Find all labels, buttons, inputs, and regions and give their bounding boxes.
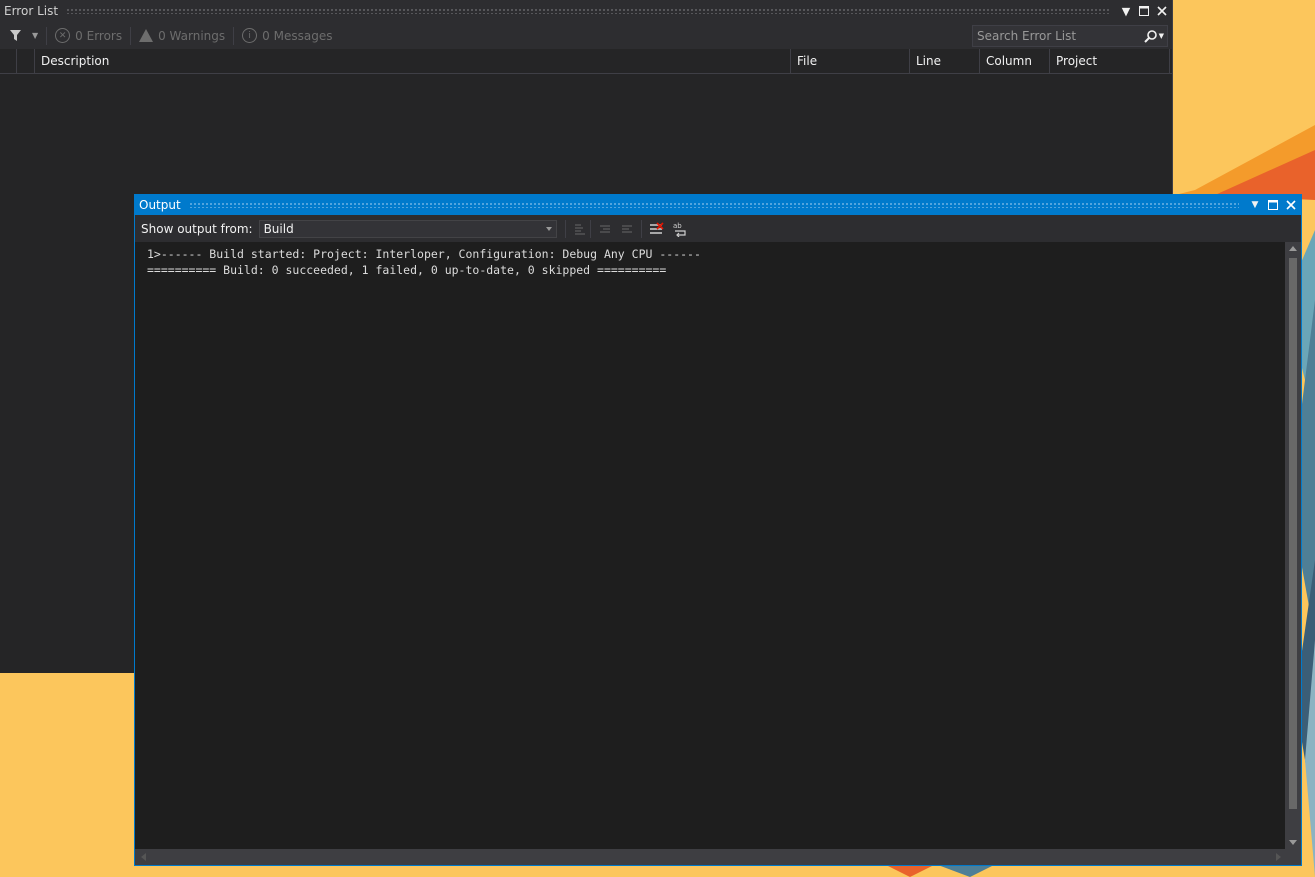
go-to-previous-icon [599, 224, 610, 233]
errors-toggle[interactable]: ✕ 0 Errors [47, 22, 130, 49]
word-wrap-icon: ab [673, 222, 686, 237]
error-list-titlebar[interactable]: Error List ▼ [0, 0, 1172, 22]
clear-all-icon [649, 221, 664, 234]
output-toolbar: Show output from: Build ab [135, 215, 1301, 242]
next-message-button[interactable] [617, 219, 637, 239]
toolbar-separator [589, 219, 591, 238]
error-list-header: Description File Line Column Project [0, 49, 1172, 74]
titlebar-grip [66, 8, 1110, 14]
vertical-scrollbar[interactable] [1285, 242, 1301, 849]
scroll-down-icon[interactable] [1289, 840, 1297, 845]
previous-message-button[interactable] [595, 219, 615, 239]
output-window: Output ▼ Show output from: Build ab 1>--… [134, 194, 1302, 866]
search-icon[interactable] [1143, 29, 1159, 43]
scrollbar-thumb[interactable] [1289, 258, 1297, 809]
column-header-file[interactable]: File [791, 49, 910, 73]
clear-all-button[interactable] [646, 219, 666, 239]
warnings-toggle[interactable]: 0 Warnings [131, 22, 233, 49]
output-title: Output [139, 198, 181, 212]
column-header-icon[interactable] [0, 49, 17, 73]
close-icon[interactable] [1283, 197, 1299, 213]
column-header-column[interactable]: Column [980, 49, 1050, 73]
dropdown-arrow-icon[interactable]: ▼ [1118, 3, 1134, 19]
svg-text:ab: ab [673, 222, 682, 230]
output-source-value: Build [263, 221, 294, 236]
messages-count: 0 Messages [262, 28, 333, 43]
find-message-in-code-button[interactable] [570, 219, 590, 239]
horizontal-scrollbar[interactable] [135, 849, 1301, 865]
search-box: ▼ [972, 25, 1168, 47]
scroll-right-icon[interactable] [1276, 853, 1281, 861]
output-text-area[interactable]: 1>------ Build started: Project: Interlo… [135, 242, 1285, 849]
titlebar-grip [188, 202, 1239, 208]
toggle-word-wrap-button[interactable]: ab [670, 219, 690, 239]
column-header-description[interactable]: Description [35, 49, 791, 73]
output-line: 1>------ Build started: Project: Interlo… [147, 247, 701, 261]
toolbar-separator [564, 219, 566, 238]
messages-toggle[interactable]: i 0 Messages [234, 22, 340, 49]
filter-icon [10, 30, 21, 41]
maximize-icon[interactable] [1136, 3, 1152, 19]
output-line: ========== Build: 0 succeeded, 1 failed,… [147, 263, 667, 277]
filter-button[interactable]: ▼ [0, 22, 46, 49]
error-list-toolbar: ▼ ✕ 0 Errors 0 Warnings i 0 Messages ▼ [0, 22, 1172, 49]
scroll-left-icon[interactable] [141, 853, 146, 861]
output-titlebar[interactable]: Output ▼ [135, 195, 1301, 215]
chevron-down-icon[interactable]: ▼ [1159, 32, 1167, 40]
close-icon[interactable] [1154, 3, 1170, 19]
error-list-title: Error List [4, 4, 59, 18]
warning-icon [139, 29, 154, 42]
maximize-icon[interactable] [1265, 197, 1281, 213]
find-message-icon [574, 223, 585, 235]
chevron-down-icon [545, 226, 552, 231]
show-output-from-label: Show output from: [141, 221, 253, 236]
toolbar-separator [640, 219, 642, 238]
scroll-up-icon[interactable] [1289, 246, 1297, 251]
search-input[interactable] [973, 28, 1144, 44]
warnings-count: 0 Warnings [158, 28, 226, 43]
error-icon: ✕ [55, 28, 71, 43]
output-source-select[interactable]: Build [258, 219, 557, 238]
column-header-line[interactable]: Line [910, 49, 980, 73]
go-to-next-icon [621, 224, 632, 233]
errors-count: 0 Errors [75, 28, 123, 43]
column-header-order[interactable] [17, 49, 35, 73]
dropdown-arrow-icon[interactable]: ▼ [32, 31, 38, 40]
dropdown-arrow-icon[interactable]: ▼ [1247, 197, 1263, 213]
info-icon: i [242, 28, 258, 43]
column-header-project[interactable]: Project [1050, 49, 1170, 73]
